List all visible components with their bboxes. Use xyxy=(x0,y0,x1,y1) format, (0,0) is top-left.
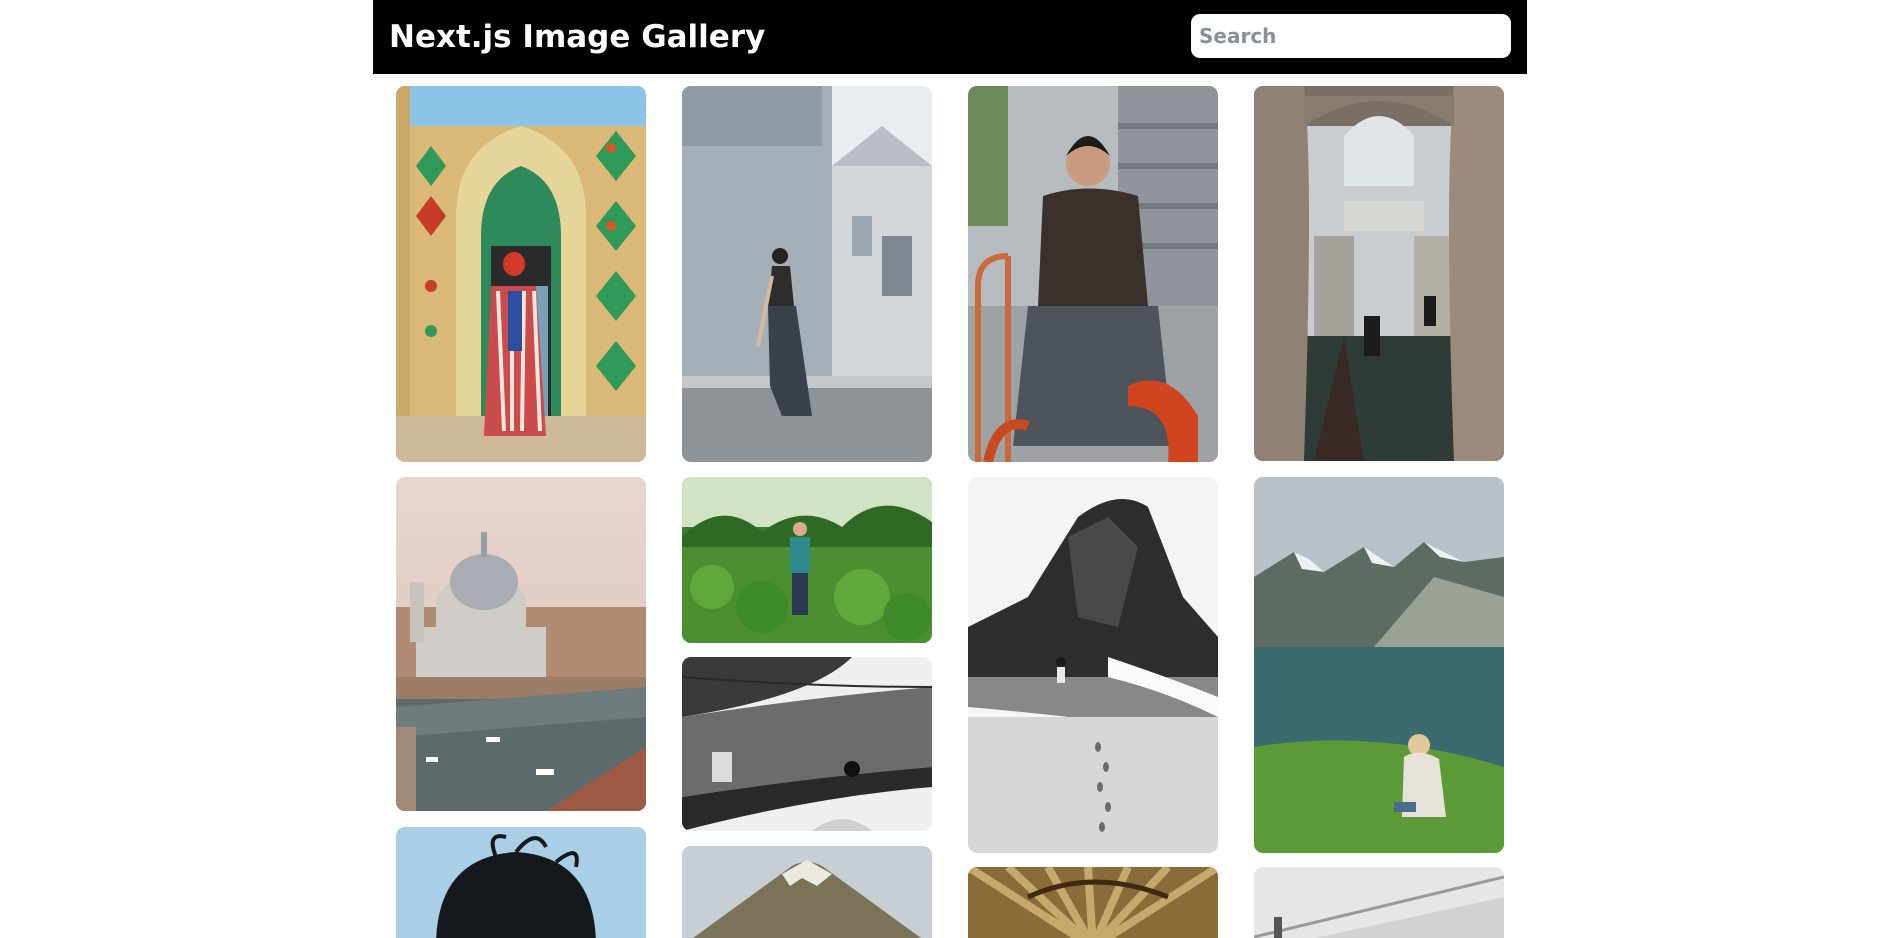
photo-card[interactable] xyxy=(1254,477,1504,853)
photo-image xyxy=(396,827,646,938)
photo-card[interactable] xyxy=(396,477,646,811)
photo-card[interactable] xyxy=(682,477,932,643)
photo-image xyxy=(682,657,932,831)
photo-image xyxy=(396,477,646,811)
photo-card[interactable] xyxy=(968,86,1218,462)
photo-image xyxy=(682,846,932,938)
photo-card[interactable] xyxy=(968,867,1218,938)
photo-image xyxy=(396,86,646,462)
photo-image xyxy=(968,477,1218,853)
photo-image xyxy=(1254,477,1504,853)
photo-card[interactable] xyxy=(968,477,1218,853)
gallery-page: Next.js Image Gallery xyxy=(0,0,1892,938)
photo-image xyxy=(1254,867,1504,938)
app-title: Next.js Image Gallery xyxy=(389,19,766,55)
photo-card[interactable] xyxy=(682,86,932,462)
photo-card[interactable] xyxy=(1254,86,1504,461)
photo-image xyxy=(968,86,1218,462)
photo-card[interactable] xyxy=(1254,867,1504,938)
photo-card[interactable] xyxy=(682,846,932,938)
photo-image xyxy=(682,477,932,643)
photo-image xyxy=(968,867,1218,938)
photo-card[interactable] xyxy=(682,657,932,831)
photo-card[interactable] xyxy=(396,827,646,938)
photo-image xyxy=(682,86,932,462)
photo-image xyxy=(1254,86,1504,461)
header-bar: Next.js Image Gallery xyxy=(373,0,1527,74)
search-input[interactable] xyxy=(1191,14,1511,58)
photo-card[interactable] xyxy=(396,86,646,462)
